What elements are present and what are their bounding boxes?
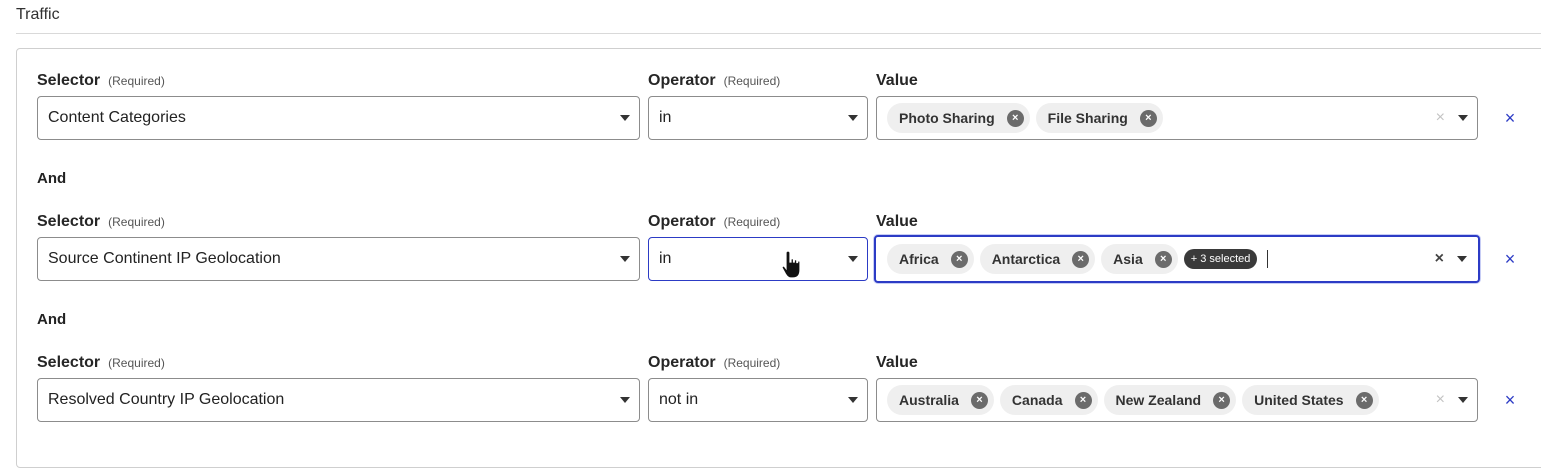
operator-dropdown[interactable]: in bbox=[648, 237, 868, 281]
value-chip: United States × bbox=[1242, 385, 1379, 415]
selector-label: Selector (Required) bbox=[37, 72, 165, 89]
clear-all-icon[interactable]: × bbox=[1436, 392, 1445, 408]
rule-row-2: Selector (Required) Operator (Required) Va… bbox=[0, 213, 1541, 313]
chevron-down-icon[interactable] bbox=[620, 115, 630, 121]
selector-dropdown[interactable]: Resolved Country IP Geolocation bbox=[37, 378, 640, 422]
chip-remove-icon[interactable]: × bbox=[1072, 250, 1090, 268]
value-label: Value bbox=[876, 72, 918, 89]
chip-remove-icon[interactable]: × bbox=[1074, 391, 1092, 409]
value-chip: New Zealand × bbox=[1103, 385, 1237, 415]
selector-value: Content Categories bbox=[48, 109, 186, 126]
chevron-down-icon[interactable] bbox=[848, 115, 858, 121]
clear-all-icon[interactable]: × bbox=[1436, 110, 1445, 126]
chevron-down-icon[interactable] bbox=[1457, 256, 1467, 262]
selector-value: Source Continent IP Geolocation bbox=[48, 250, 281, 267]
value-label: Value bbox=[876, 213, 918, 230]
operator-dropdown[interactable]: not in bbox=[648, 378, 868, 422]
value-chips: Photo Sharing × File Sharing × bbox=[887, 103, 1163, 133]
value-multiselect[interactable]: Africa × Antarctica × Asia × + 3 selected × bbox=[874, 235, 1480, 283]
value-multiselect[interactable]: Australia × Canada × New Zealand × United S… bbox=[876, 378, 1478, 422]
chip-remove-icon[interactable]: × bbox=[970, 391, 988, 409]
chip-remove-icon[interactable]: × bbox=[950, 250, 968, 268]
value-label: Value bbox=[876, 354, 918, 371]
and-connector: And bbox=[37, 170, 67, 187]
remove-rule-icon[interactable]: × bbox=[1500, 378, 1520, 422]
value-chip: Asia × bbox=[1101, 244, 1178, 274]
value-chips: Africa × Antarctica × Asia × + 3 selected bbox=[885, 244, 1269, 274]
chip-remove-icon[interactable]: × bbox=[1139, 109, 1157, 127]
value-chip: File Sharing × bbox=[1035, 103, 1163, 133]
chevron-down-icon[interactable] bbox=[620, 256, 630, 262]
rule-row-3: Selector (Required) Operator (Required) Va… bbox=[0, 354, 1541, 454]
section-divider bbox=[16, 33, 1541, 34]
chip-remove-icon[interactable]: × bbox=[1213, 391, 1231, 409]
chevron-down-icon[interactable] bbox=[848, 256, 858, 262]
remove-rule-icon[interactable]: × bbox=[1500, 96, 1520, 140]
value-multiselect[interactable]: Photo Sharing × File Sharing × × bbox=[876, 96, 1478, 140]
selector-label: Selector (Required) bbox=[37, 354, 165, 371]
value-chip: Antarctica × bbox=[979, 244, 1096, 274]
and-connector: And bbox=[37, 311, 67, 328]
value-chip: Photo Sharing × bbox=[887, 103, 1030, 133]
section-title: Traffic bbox=[16, 6, 60, 23]
selector-dropdown[interactable]: Source Continent IP Geolocation bbox=[37, 237, 640, 281]
operator-value: in bbox=[659, 250, 672, 267]
chevron-down-icon[interactable] bbox=[1458, 115, 1468, 121]
chip-remove-icon[interactable]: × bbox=[1006, 109, 1024, 127]
selector-label: Selector (Required) bbox=[37, 213, 165, 230]
more-selected-badge[interactable]: + 3 selected bbox=[1183, 249, 1258, 269]
operator-label: Operator (Required) bbox=[648, 213, 781, 230]
remove-rule-icon[interactable]: × bbox=[1500, 237, 1520, 281]
operator-dropdown[interactable]: in bbox=[648, 96, 868, 140]
clear-all-icon[interactable]: × bbox=[1435, 251, 1444, 267]
operator-label: Operator (Required) bbox=[648, 72, 781, 89]
text-caret bbox=[1267, 250, 1269, 268]
value-chips: Australia × Canada × New Zealand × United S… bbox=[887, 385, 1379, 415]
selector-dropdown[interactable]: Content Categories bbox=[37, 96, 640, 140]
rule-row-1: Selector (Required) Operator (Required) Va… bbox=[0, 72, 1541, 172]
value-chip: Africa × bbox=[887, 244, 974, 274]
chevron-down-icon[interactable] bbox=[620, 397, 630, 403]
operator-label: Operator (Required) bbox=[648, 354, 781, 371]
value-chip: Canada × bbox=[999, 385, 1098, 415]
chip-remove-icon[interactable]: × bbox=[1355, 391, 1373, 409]
operator-value: in bbox=[659, 109, 672, 126]
chip-remove-icon[interactable]: × bbox=[1154, 250, 1172, 268]
operator-value: not in bbox=[659, 391, 699, 408]
value-chip: Australia × bbox=[887, 385, 994, 415]
chevron-down-icon[interactable] bbox=[1458, 397, 1468, 403]
selector-value: Resolved Country IP Geolocation bbox=[48, 391, 285, 408]
chevron-down-icon[interactable] bbox=[848, 397, 858, 403]
